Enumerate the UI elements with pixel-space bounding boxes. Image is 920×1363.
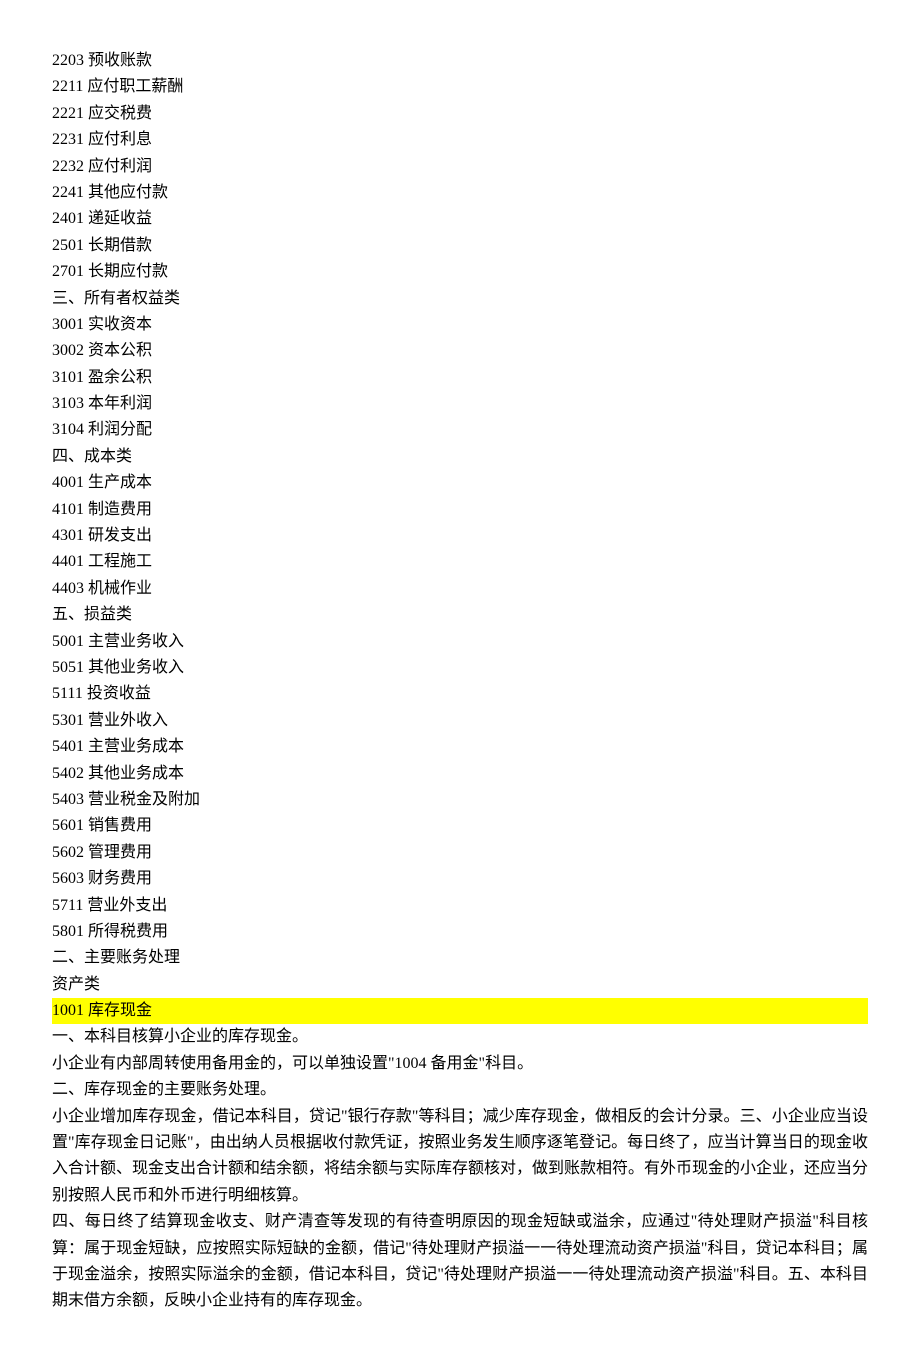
list-item: 5111 投资收益	[52, 681, 868, 707]
list-item: 3104 利润分配	[52, 417, 868, 443]
body-text: 小企业有内部周转使用备用金的，可以单独设置"1004 备用金"科目。	[52, 1051, 868, 1077]
section-heading: 三、所有者权益类	[52, 286, 868, 312]
list-item: 5001 主营业务收入	[52, 629, 868, 655]
body-text: 二、库存现金的主要账务处理。	[52, 1077, 868, 1103]
list-item: 4001 生产成本	[52, 470, 868, 496]
list-item: 3101 盈余公积	[52, 365, 868, 391]
list-item: 5402 其他业务成本	[52, 761, 868, 787]
section-heading: 二、主要账务处理	[52, 945, 868, 971]
list-item: 2221 应交税费	[52, 101, 868, 127]
list-item: 2241 其他应付款	[52, 180, 868, 206]
list-item: 5403 营业税金及附加	[52, 787, 868, 813]
section-heading: 资产类	[52, 972, 868, 998]
body-paragraph: 四、每日终了结算现金收支、财产清查等发现的有待查明原因的现金短缺或溢余，应通过"…	[52, 1209, 868, 1315]
list-item: 5401 主营业务成本	[52, 734, 868, 760]
list-item: 4403 机械作业	[52, 576, 868, 602]
list-item: 2232 应付利润	[52, 154, 868, 180]
list-item: 3103 本年利润	[52, 391, 868, 417]
section-heading: 四、成本类	[52, 444, 868, 470]
list-item: 5301 营业外收入	[52, 708, 868, 734]
list-item: 3002 资本公积	[52, 338, 868, 364]
list-item: 5601 销售费用	[52, 813, 868, 839]
list-item: 4101 制造费用	[52, 497, 868, 523]
list-item: 5603 财务费用	[52, 866, 868, 892]
list-item: 5711 营业外支出	[52, 893, 868, 919]
section-heading: 五、损益类	[52, 602, 868, 628]
highlighted-heading: 1001 库存现金	[52, 998, 868, 1024]
list-item: 2701 长期应付款	[52, 259, 868, 285]
list-item: 5801 所得税费用	[52, 919, 868, 945]
list-item: 5051 其他业务收入	[52, 655, 868, 681]
list-item: 4401 工程施工	[52, 549, 868, 575]
body-text: 一、本科目核算小企业的库存现金。	[52, 1024, 868, 1050]
list-item: 5602 管理费用	[52, 840, 868, 866]
list-item: 3001 实收资本	[52, 312, 868, 338]
list-item: 2501 长期借款	[52, 233, 868, 259]
list-item: 2211 应付职工薪酬	[52, 74, 868, 100]
list-item: 2231 应付利息	[52, 127, 868, 153]
list-item: 2203 预收账款	[52, 48, 868, 74]
list-item: 4301 研发支出	[52, 523, 868, 549]
list-item: 2401 递延收益	[52, 206, 868, 232]
body-paragraph: 小企业增加库存现金，借记本科目，贷记"银行存款"等科目；减少库存现金，做相反的会…	[52, 1104, 868, 1210]
